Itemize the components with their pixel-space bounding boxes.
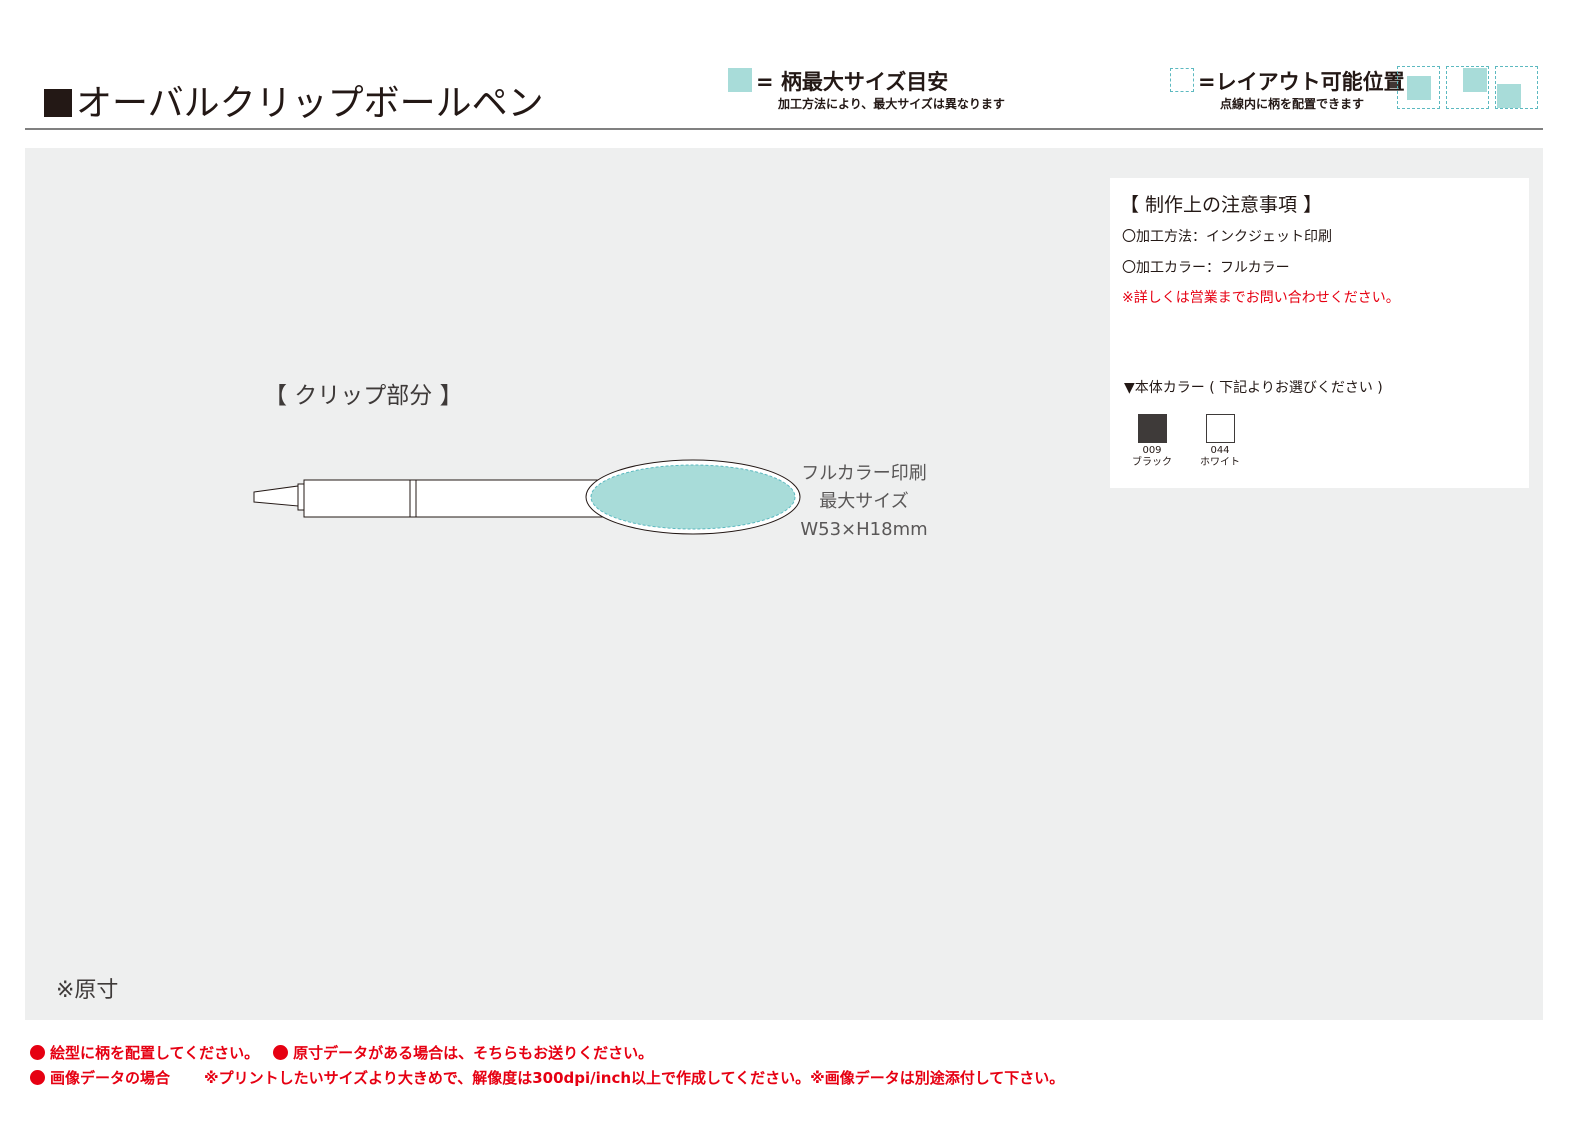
legend-layout-label: =レイアウト可能位置 xyxy=(1198,70,1405,94)
body-color-option-white[interactable]: 044 ホワイト xyxy=(1190,414,1250,469)
red-bullet-icon xyxy=(30,1045,45,1060)
original-size-note: ※原寸 xyxy=(56,978,119,1003)
footer-original-data: 原寸データがある場合は、そちらもお送りください。 xyxy=(293,1044,654,1062)
legend-layout-note: 点線内に柄を配置できます xyxy=(1220,97,1365,111)
clip-section-label: 【 クリップ部分 】 xyxy=(264,383,463,409)
color-name: ブラック xyxy=(1132,457,1172,468)
production-notes-panel: 【 制作上の注意事項 】 〇加工方法：インクジェット印刷 〇加工カラー：フルカラ… xyxy=(1110,178,1529,488)
print-method: フルカラー印刷 xyxy=(801,463,927,484)
layout-dashed-box-icon xyxy=(1170,68,1194,92)
print-area-oval xyxy=(590,464,796,530)
notes-title: 【 制作上の注意事項 】 xyxy=(1120,194,1323,216)
color-swatch-icon xyxy=(1205,414,1235,443)
color-code: 044 xyxy=(1210,445,1230,456)
notes-color: 〇加工カラー：フルカラー xyxy=(1122,260,1290,276)
pen-barrel xyxy=(303,479,611,518)
max-size-swatch-icon xyxy=(728,68,752,92)
pen-tip-ring xyxy=(297,483,305,511)
red-bullet-icon xyxy=(273,1045,289,1060)
footer-image-requirements: ※プリントしたいサイズより大きめで、解像度は300dpi/inch以上で作成して… xyxy=(204,1069,1065,1087)
notes-contact: ※詳しくは営業までお問い合わせください。 xyxy=(1122,290,1400,306)
layout-example-top-icon xyxy=(1446,66,1489,109)
layout-example-center-icon xyxy=(1397,66,1440,109)
body-color-option-black[interactable]: 009 ブラック xyxy=(1122,414,1182,469)
page-title: オーバルクリップボールペン xyxy=(44,74,544,126)
red-bullet-icon xyxy=(30,1070,45,1085)
legend-max-size-label: = 柄最大サイズ目安 xyxy=(756,70,949,94)
legend-max-size-note: 加工方法により、最大サイズは異なります xyxy=(778,97,1005,111)
page-title-text: オーバルクリップボールペン xyxy=(76,83,544,124)
print-area-label: フルカラー印刷 最大サイズ W53×H18mm xyxy=(790,460,938,544)
color-code: 009 xyxy=(1142,445,1162,456)
footer-line-1: 絵型に柄を配置してください。 原寸データがある場合は、そちらもお送りください。 xyxy=(30,1042,653,1063)
notes-method: 〇加工方法：インクジェット印刷 xyxy=(1122,229,1332,245)
color-name: ホワイト xyxy=(1200,457,1240,468)
pen-tip xyxy=(253,485,299,507)
body-color-title: ▼本体カラー ( 下記よりお選びください ) xyxy=(1124,380,1383,396)
layout-example-bottom-icon xyxy=(1495,66,1538,109)
pen-clip-outline xyxy=(253,459,801,535)
header-divider xyxy=(25,128,1543,130)
footer-line-2: 画像データの場合 ※プリントしたいサイズより大きめで、解像度は300dpi/inc… xyxy=(30,1067,1064,1088)
footer-place-design: 絵型に柄を配置してください。 xyxy=(50,1044,260,1062)
max-size-label: 最大サイズ xyxy=(819,491,909,512)
color-swatch-icon xyxy=(1137,414,1167,443)
max-size-value: W53×H18mm xyxy=(800,519,928,540)
footer-image-data: 画像データの場合 xyxy=(50,1069,171,1087)
square-bullet-icon xyxy=(44,89,72,117)
